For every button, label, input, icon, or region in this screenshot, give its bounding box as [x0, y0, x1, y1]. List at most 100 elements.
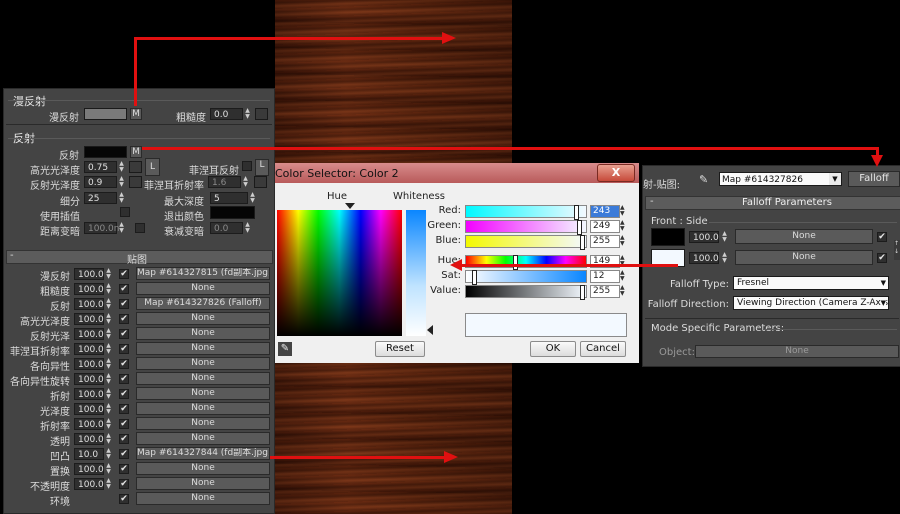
- maps-rollout-header[interactable]: - 贴图: [6, 250, 273, 266]
- channel-value-input[interactable]: 255: [590, 235, 620, 248]
- map-row-amount-input[interactable]: 100.0: [74, 283, 104, 295]
- refl-gloss-spinner-icon[interactable]: ▲ ▼: [118, 176, 125, 188]
- map-row-map-button[interactable]: Map #614327844 (fd副本.jpg): [136, 447, 270, 460]
- map-row-checkbox[interactable]: ✔: [119, 464, 129, 474]
- map-row-amount-input[interactable]: 100.0: [74, 478, 104, 490]
- map-row-checkbox[interactable]: ✔: [119, 494, 129, 504]
- map-row-amount-input[interactable]: 100.0: [74, 313, 104, 325]
- map-row-spinner-icon[interactable]: ▲ ▼: [105, 373, 112, 385]
- map-row-spinner-icon[interactable]: ▲ ▼: [105, 433, 112, 445]
- map-row-spinner-icon[interactable]: ▲ ▼: [105, 343, 112, 355]
- map-row-checkbox[interactable]: ✔: [119, 284, 129, 294]
- falloff-amount-input[interactable]: 100.0: [689, 231, 719, 243]
- channel-value-input[interactable]: 12: [590, 270, 620, 283]
- map-row-map-button[interactable]: None: [136, 387, 270, 400]
- eyedropper-icon[interactable]: ✎: [699, 173, 713, 187]
- falloff-map-button[interactable]: None: [735, 229, 873, 244]
- falloff-spinner-icon[interactable]: ▲ ▼: [721, 252, 728, 264]
- diffuse-map-button[interactable]: M: [130, 108, 142, 120]
- slider-thumb[interactable]: [513, 255, 518, 270]
- exit-color-swatch[interactable]: [210, 206, 255, 219]
- dim-dist-checkbox[interactable]: [135, 223, 145, 233]
- map-row-map-button[interactable]: None: [136, 477, 270, 490]
- subdivs-spinner-icon[interactable]: ▲ ▼: [118, 192, 125, 204]
- dim-dist-input[interactable]: 100.0n: [84, 222, 119, 234]
- map-row-checkbox[interactable]: ✔: [119, 479, 129, 489]
- map-row-amount-input[interactable]: 100.0: [74, 388, 104, 400]
- map-row-amount-input[interactable]: 100.0: [74, 328, 104, 340]
- channel-value-input[interactable]: 243: [590, 205, 620, 218]
- falloff-amount-input[interactable]: 100.0: [689, 252, 719, 264]
- map-row-amount-input[interactable]: 100.0: [74, 463, 104, 475]
- hilight-gloss-spinner-icon[interactable]: ▲ ▼: [118, 161, 125, 173]
- map-row-map-button[interactable]: None: [136, 372, 270, 385]
- map-row-map-button[interactable]: None: [136, 432, 270, 445]
- map-row-spinner-icon[interactable]: ▲ ▼: [105, 328, 112, 340]
- map-row-checkbox[interactable]: ✔: [119, 359, 129, 369]
- map-row-amount-input[interactable]: 100.0: [74, 343, 104, 355]
- slider-thumb[interactable]: [580, 285, 585, 300]
- map-row-spinner-icon[interactable]: ▲ ▼: [105, 313, 112, 325]
- map-name-input[interactable]: Map #614327826: [719, 172, 842, 186]
- map-row-spinner-icon[interactable]: ▲ ▼: [105, 283, 112, 295]
- map-row-amount-input[interactable]: 100.0: [74, 418, 104, 430]
- map-row-spinner-icon[interactable]: ▲ ▼: [105, 268, 112, 280]
- channel-spinner-icon[interactable]: ▲▼: [620, 235, 627, 247]
- map-row-amount-input[interactable]: 100.0: [74, 433, 104, 445]
- map-row-map-button[interactable]: Map #614327815 (fd副本.jpg): [136, 267, 270, 280]
- swap-icon[interactable]: ↑ ↓: [894, 240, 900, 260]
- channel-spinner-icon[interactable]: ▲▼: [620, 270, 627, 282]
- map-row-map-button[interactable]: None: [136, 417, 270, 430]
- diffuse-color-swatch[interactable]: [84, 108, 127, 120]
- map-row-map-button[interactable]: None: [136, 342, 270, 355]
- roughness-map-button[interactable]: [255, 108, 268, 120]
- channel-slider[interactable]: [465, 285, 587, 300]
- falloff-type-dropdown[interactable]: Fresnel ▼: [733, 276, 889, 290]
- map-row-map-button[interactable]: Map #614327826 (Falloff): [136, 297, 270, 310]
- map-row-spinner-icon[interactable]: ▲ ▼: [105, 388, 112, 400]
- map-row-map-button[interactable]: None: [136, 402, 270, 415]
- map-type-button[interactable]: Falloff: [848, 171, 900, 187]
- falloff-map-checkbox[interactable]: ✔: [877, 232, 887, 242]
- falloff-params-header[interactable]: - Falloff Parameters: [645, 196, 900, 210]
- reset-button[interactable]: Reset: [375, 341, 425, 357]
- map-row-checkbox[interactable]: ✔: [119, 374, 129, 384]
- fresnel-ior-spinner-icon[interactable]: ▲ ▼: [242, 176, 249, 188]
- map-row-spinner-icon[interactable]: ▲ ▼: [105, 418, 112, 430]
- cancel-button[interactable]: Cancel: [580, 341, 626, 357]
- roughness-spinner-icon[interactable]: ▲ ▼: [244, 108, 251, 120]
- fresnel-ior-map-button[interactable]: [254, 176, 267, 188]
- map-row-checkbox[interactable]: ✔: [119, 314, 129, 324]
- roughness-input[interactable]: 0.0: [210, 108, 243, 120]
- map-row-map-button[interactable]: None: [136, 312, 270, 325]
- map-row-amount-input[interactable]: 10.0: [74, 448, 104, 460]
- map-row-spinner-icon[interactable]: ▲ ▼: [105, 403, 112, 415]
- reflect-map-button[interactable]: M: [130, 146, 142, 158]
- map-row-amount-input[interactable]: 100.0: [74, 358, 104, 370]
- whiteness-bar[interactable]: [406, 210, 426, 336]
- map-row-map-button[interactable]: None: [136, 462, 270, 475]
- slider-thumb[interactable]: [580, 235, 585, 250]
- slider-thumb[interactable]: [472, 270, 477, 285]
- max-depth-input[interactable]: 5: [210, 192, 248, 204]
- map-row-checkbox[interactable]: ✔: [119, 344, 129, 354]
- refl-gloss-map-button[interactable]: [129, 176, 142, 188]
- map-row-amount-input[interactable]: 100.0: [74, 298, 104, 310]
- map-row-checkbox[interactable]: ✔: [119, 404, 129, 414]
- channel-slider[interactable]: [465, 205, 587, 220]
- map-row-checkbox[interactable]: ✔: [119, 329, 129, 339]
- channel-spinner-icon[interactable]: ▲▼: [620, 285, 627, 297]
- dialog-titlebar[interactable]: Color Selector: Color 2 X: [275, 163, 639, 183]
- map-row-spinner-icon[interactable]: ▲ ▼: [105, 448, 112, 460]
- fresnel-ior-input[interactable]: 1.6: [208, 176, 241, 188]
- falloff-color-swatch[interactable]: [651, 228, 685, 246]
- refl-gloss-input[interactable]: 0.9: [84, 176, 117, 188]
- map-row-amount-input[interactable]: 100.0: [74, 403, 104, 415]
- falloff-direction-dropdown[interactable]: Viewing Direction (Camera Z-Axis) ▼: [733, 296, 889, 310]
- map-row-spinner-icon[interactable]: ▲ ▼: [105, 298, 112, 310]
- dim-falloff-input[interactable]: 0.0: [210, 222, 243, 234]
- falloff-map-button[interactable]: None: [735, 250, 873, 265]
- close-button[interactable]: X: [597, 164, 635, 182]
- dim-falloff-spinner-icon[interactable]: ▲ ▼: [244, 222, 251, 234]
- eyedropper-icon[interactable]: ✎: [278, 342, 292, 356]
